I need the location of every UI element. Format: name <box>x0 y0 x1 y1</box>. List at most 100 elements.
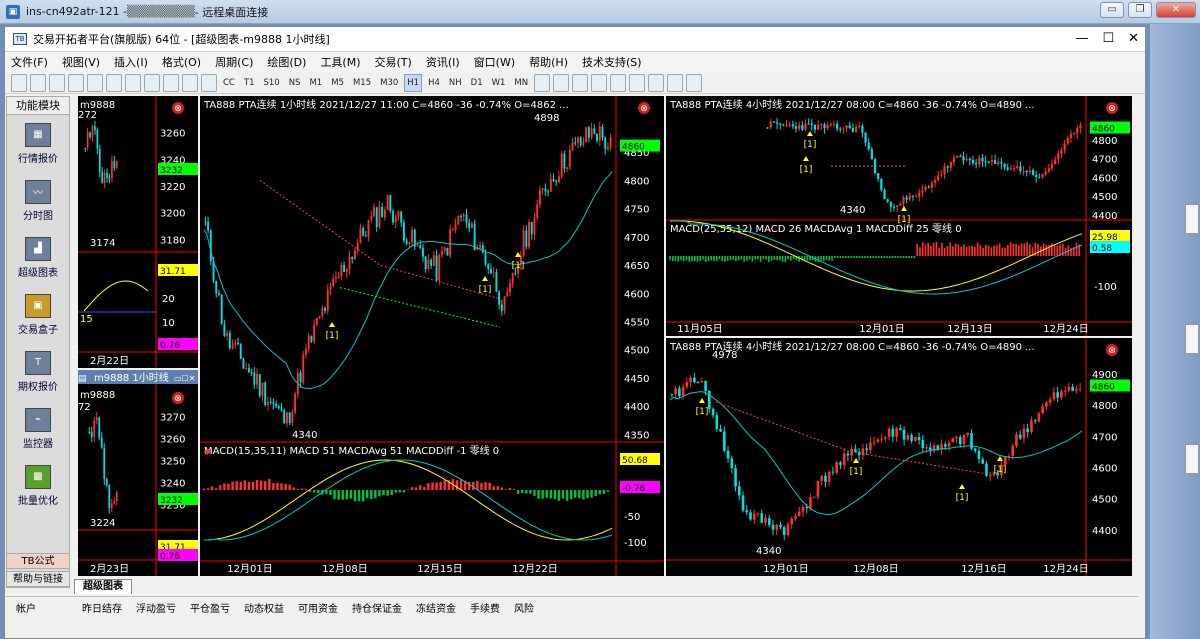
menu-item-8[interactable]: 资讯(I) <box>426 54 460 70</box>
app-maximize-icon[interactable]: ☐ <box>1102 31 1114 46</box>
rdp-minimize-button[interactable]: ▭ <box>1100 2 1124 18</box>
period-NS[interactable]: NS <box>286 74 304 92</box>
date-tick: 2月22日 <box>90 355 129 367</box>
rt-candle <box>1054 159 1057 165</box>
rt-candle <box>794 126 798 129</box>
settings-icon[interactable] <box>667 73 684 92</box>
menu-item-0[interactable]: 文件(F) <box>11 54 48 70</box>
main-candle <box>587 127 590 138</box>
rb-candle <box>846 453 850 456</box>
hand-icon[interactable] <box>629 73 646 92</box>
sidebar-item-2[interactable]: ▟ 超级图表 <box>7 229 69 286</box>
main-candle <box>487 264 490 270</box>
desktop-item[interactable] <box>1185 444 1199 474</box>
menu-item-3[interactable]: 格式(O) <box>162 54 201 70</box>
rt-candle <box>1003 163 1006 168</box>
trade-icon[interactable] <box>553 73 570 92</box>
main-candle <box>490 269 492 274</box>
menu-item-11[interactable]: 技术支持(S) <box>582 54 642 70</box>
main-candle <box>479 245 482 248</box>
rdp-restore-button[interactable]: ❐ <box>1128 2 1152 18</box>
cursor-icon[interactable] <box>163 73 179 92</box>
period-S10[interactable]: S10 <box>260 74 282 92</box>
period-H4[interactable]: H4 <box>425 74 443 92</box>
sidebar-item-4[interactable]: T 期权报价 <box>7 343 69 400</box>
rt-candle <box>775 122 779 124</box>
chart-panel-left-bottom[interactable]: m9888 1小时线 ▤ ▭☐✕ m9888 ⊗ 3270 3260 3250 3240 3230… <box>78 370 198 576</box>
link-icon[interactable] <box>648 73 665 92</box>
menu-item-9[interactable]: 窗口(W) <box>474 54 515 70</box>
main-candle <box>261 382 264 396</box>
desktop-item[interactable] <box>1185 324 1199 354</box>
period-M15[interactable]: M15 <box>350 74 374 92</box>
app-minimize-icon[interactable]: — <box>1075 31 1088 46</box>
tb-formula-button[interactable]: TB公式 <box>6 553 70 569</box>
app-close-icon[interactable]: ✕ <box>1128 31 1139 46</box>
main-candle <box>256 374 258 385</box>
new-icon[interactable] <box>11 73 27 92</box>
rt-candle <box>839 128 842 130</box>
main-candle <box>394 216 397 223</box>
period-M30[interactable]: M30 <box>377 74 401 92</box>
rb-candle <box>734 468 737 487</box>
period-M1[interactable]: M1 <box>306 74 325 92</box>
menu-item-1[interactable]: 视图(V) <box>62 54 100 70</box>
open-icon[interactable] <box>30 73 46 92</box>
refresh-icon[interactable] <box>144 73 160 92</box>
zoom-icon[interactable] <box>106 73 122 92</box>
chart-panel-main[interactable]: TA888 PTA连续 1小时线 2021/12/27 11:00 C=4860… <box>200 96 664 576</box>
layout-icon[interactable] <box>591 73 608 92</box>
magnifier-icon[interactable] <box>610 73 627 92</box>
tab-super-chart[interactable]: 超级图表 <box>74 579 132 594</box>
menu-item-2[interactable]: 插入(I) <box>114 54 148 70</box>
main-candle <box>522 230 525 256</box>
help-links-button[interactable]: 帮助与链接 <box>6 571 70 587</box>
rt-candle <box>858 125 861 127</box>
sidebar-item-5[interactable]: ⌁ 监控器 <box>7 400 69 457</box>
rt-candle <box>933 180 937 183</box>
rb-candle <box>749 512 752 520</box>
period-H1[interactable]: H1 <box>404 73 423 92</box>
menu-item-10[interactable]: 帮助(H) <box>529 54 568 70</box>
sync-icon[interactable] <box>686 73 703 92</box>
rt-candle <box>1035 174 1038 177</box>
rdp-close-button[interactable]: ✕ <box>1156 2 1196 18</box>
lock-icon[interactable] <box>125 73 141 92</box>
chart-icon[interactable] <box>87 73 103 92</box>
rt-candle <box>987 161 990 163</box>
line-icon[interactable] <box>201 73 217 92</box>
period-T1[interactable]: T1 <box>241 74 258 92</box>
sidebar-item-3[interactable]: ▣ 交易盒子 <box>7 286 69 343</box>
cc-button[interactable]: CC <box>220 74 238 92</box>
crosshair-icon[interactable] <box>182 73 198 92</box>
sidebar-item-0[interactable]: ▦ 行情报价 <box>7 115 69 172</box>
menu-item-4[interactable]: 周期(C) <box>215 54 253 70</box>
period-MN[interactable]: MN <box>511 74 531 92</box>
chart-panel-right-bottom[interactable]: TA888 PTA连续 4小时线 2021/12/27 08:00 C=4860… <box>666 338 1132 576</box>
save-icon[interactable] <box>49 73 65 92</box>
main-candle <box>381 206 384 218</box>
rt-candle <box>867 142 870 150</box>
sidebar-item-1[interactable]: 〰分时图 <box>7 172 69 229</box>
main-candle <box>514 272 517 274</box>
menu-item-5[interactable]: 绘图(D) <box>267 54 306 70</box>
optimize-icon: ▩ <box>25 464 51 489</box>
menu-item-6[interactable]: 工具(M) <box>320 54 360 70</box>
price-tick: 4900 <box>1092 370 1117 381</box>
period-W1[interactable]: W1 <box>489 74 509 92</box>
sidebar-item-6[interactable]: ▩ 批量优化 <box>7 457 69 514</box>
period-NH[interactable]: NH <box>446 74 465 92</box>
main-candle <box>454 224 457 230</box>
desktop-item[interactable] <box>1185 204 1199 234</box>
chart-panel-left-top[interactable]: m9888 ⊗ 3260 3240 3220 3200 3180 3232 272 3174 15 3… <box>78 96 198 368</box>
main-candle <box>223 324 226 336</box>
alert-icon[interactable] <box>572 73 589 92</box>
period-M5[interactable]: M5 <box>328 74 347 92</box>
indicator-icon[interactable] <box>534 73 551 92</box>
menu-item-7[interactable]: 交易(T) <box>375 54 412 70</box>
chart-panel-right-top[interactable]: TA888 PTA连续 4小时线 2021/12/27 08:00 C=4860… <box>666 96 1132 336</box>
main-candle <box>207 221 210 231</box>
print-icon[interactable] <box>68 73 84 92</box>
rb-candle <box>839 462 842 465</box>
period-D1[interactable]: D1 <box>468 74 486 92</box>
